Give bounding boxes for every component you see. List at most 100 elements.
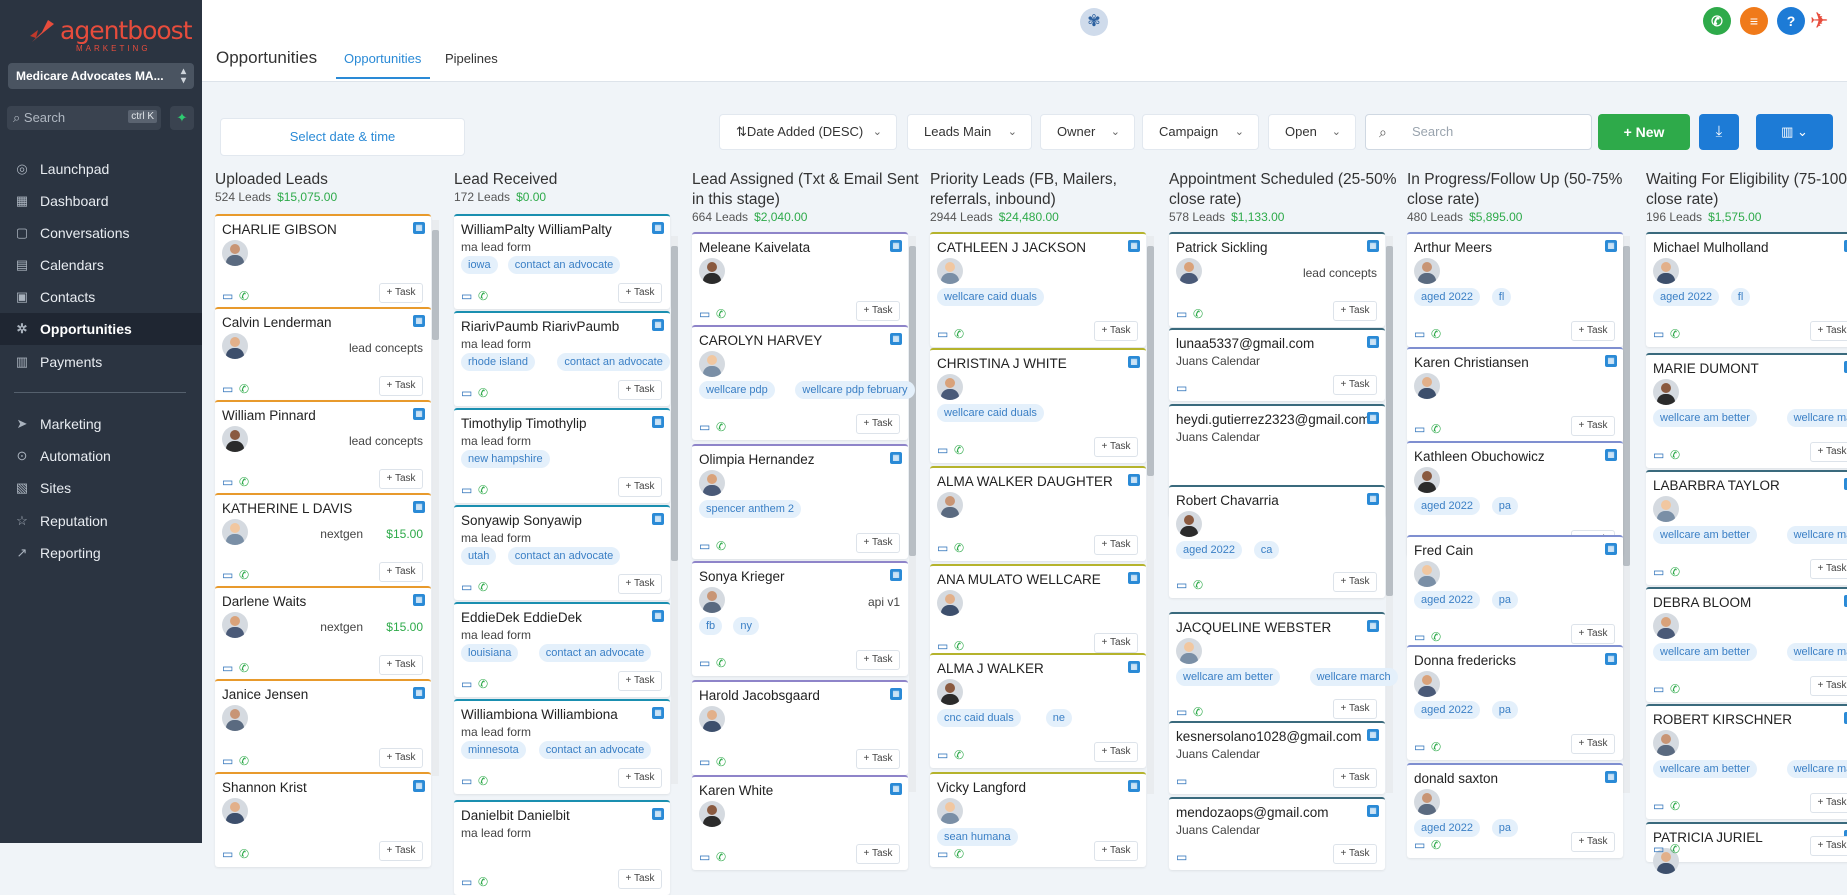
phone-icon[interactable]: ✆ [954,847,964,861]
phone-icon[interactable]: ✆ [239,382,249,396]
nav-calendars[interactable]: ▤ Calendars [0,249,202,281]
message-icon[interactable]: ▭ [699,850,710,864]
phone-icon[interactable]: ✆ [1670,682,1680,696]
tag-badge[interactable]: wellcare pdp february [795,381,915,399]
message-icon[interactable]: ▭ [699,539,710,553]
nav-reporting[interactable]: ↗ Reporting [0,537,202,569]
phone-icon[interactable]: ✆ [1431,422,1441,436]
phone-icon[interactable]: ✆ [954,327,964,341]
tag-badge[interactable]: contact an advocate [538,644,652,662]
message-icon[interactable]: ▭ [1653,842,1664,856]
add-task-button[interactable]: + Task [1571,321,1615,341]
nav-dashboard[interactable]: ▦ Dashboard [0,185,202,217]
calendar-icon[interactable]: ▦ [413,687,425,699]
opportunity-card[interactable]: Michael Mulholland▦aged 2022fl▭✆+ Task [1646,232,1847,347]
calendar-icon[interactable]: ▦ [1605,653,1617,665]
message-icon[interactable]: ▭ [1176,578,1187,592]
tag-badge[interactable]: minnesota [461,741,526,759]
add-task-button[interactable]: + Task [856,844,900,864]
notifications-button[interactable]: ≡ [1740,7,1768,35]
calendar-icon[interactable]: ▦ [1367,729,1379,741]
calendar-icon[interactable]: ▦ [413,594,425,606]
add-task-button[interactable]: + Task [1810,442,1847,462]
tag-badge[interactable]: aged 2022 [1414,288,1480,306]
message-icon[interactable]: ▭ [1414,740,1425,754]
opportunity-card[interactable]: CHARLIE GIBSON ▦ ▭ ✆ + Task [215,214,431,309]
message-icon[interactable]: ▭ [937,847,948,861]
add-task-button[interactable]: + Task [1810,321,1847,341]
tag-badge[interactable]: ca [1253,541,1280,559]
message-icon[interactable]: ▭ [1653,682,1664,696]
account-switcher[interactable]: Medicare Advocates MA... ▴ ▾ [8,63,194,89]
calendar-icon[interactable]: ▦ [413,501,425,513]
calendar-icon[interactable]: ▦ [1367,240,1379,252]
add-task-button[interactable]: + Task [1094,742,1138,762]
tag-badge[interactable]: pa [1491,701,1519,719]
opportunity-card[interactable]: Donna fredericks ▦ aged 2022 pa ▭ ✆ + Task [1407,645,1623,760]
tag-badge[interactable]: new hampshire [461,450,550,468]
calendar-icon[interactable]: ▦ [413,222,425,234]
add-task-button[interactable]: + Task [618,283,662,303]
opportunity-card[interactable]: ALMA J WALKER ▦ cnc caid duals ne ▭ ✆ + Task [930,653,1146,768]
phone-icon[interactable]: ✆ [239,475,249,489]
message-icon[interactable]: ▭ [222,847,233,861]
phone-icon[interactable]: ✆ [1193,578,1203,592]
view-toggle-button[interactable]: ▥ ⌄ [1756,114,1833,150]
add-task-button[interactable]: + Task [1333,301,1377,321]
opportunity-card[interactable]: Patrick Sickling ▦ lead concepts ▭ ✆ + Task [1169,232,1385,327]
message-icon[interactable]: ▭ [222,382,233,396]
phone-icon[interactable]: ✆ [716,656,726,670]
message-icon[interactable]: ▭ [222,289,233,303]
tag-badge[interactable]: contact an advocate [538,741,652,759]
opportunity-card[interactable]: Arthur Meers ▦ aged 2022 fl ▭ ✆ + Task [1407,232,1623,347]
add-task-button[interactable]: + Task [1571,734,1615,754]
add-task-button[interactable]: + Task [856,301,900,321]
tag-badge[interactable]: fb [699,617,723,635]
calendar-icon[interactable]: ▦ [652,416,664,428]
nav-launchpad[interactable]: ◎ Launchpad [0,153,202,185]
tab-pipelines[interactable]: Pipelines [445,51,498,66]
tag-badge[interactable]: utah [461,547,497,565]
message-icon[interactable]: ▭ [222,475,233,489]
date-range-picker[interactable]: Select date & time [220,118,465,156]
tag-badge[interactable]: wellcare march [1309,668,1398,686]
add-task-button[interactable]: + Task [1094,437,1138,457]
opportunity-card[interactable]: Shannon Krist ▦ ▭ ✆ + Task [215,772,431,867]
tag-badge[interactable]: pa [1491,591,1519,609]
phone-icon[interactable]: ✆ [478,386,488,400]
add-task-button[interactable]: + Task [618,477,662,497]
phone-icon[interactable]: ✆ [716,755,726,769]
message-icon[interactable]: ▭ [1653,799,1664,813]
sort-dropdown[interactable]: ⇅Date Added (DESC) ⌄ [719,114,897,150]
calendar-icon[interactable]: ▦ [1605,355,1617,367]
add-task-button[interactable]: + Task [856,414,900,434]
opportunity-card[interactable]: lunaa5337@gmail.com ▦ Juans Calendar ▭ + Tas… [1169,328,1385,401]
add-task-button[interactable]: + Task [1333,375,1377,395]
column-scrollbar[interactable] [1147,236,1154,794]
opportunity-card[interactable]: WilliamPalty WilliamPalty ▦ ma lead form io… [454,214,670,309]
opportunity-card[interactable]: ROBERT KIRSCHNER▦wellcare am betterwellc… [1646,704,1847,819]
quick-action-button[interactable]: ✦ [170,106,194,130]
opportunity-card[interactable]: Timothylip Timothylip ▦ ma lead form new ha… [454,408,670,503]
calendar-icon[interactable]: ▦ [1367,805,1379,817]
phone-icon[interactable]: ✆ [716,420,726,434]
phone-icon[interactable]: ✆ [1670,327,1680,341]
nav-payments[interactable]: ▥ Payments [0,346,202,378]
calendar-icon[interactable]: ▦ [890,783,902,795]
scrollbar-thumb[interactable] [671,246,678,561]
calendar-icon[interactable]: ▦ [1128,474,1140,486]
tag-badge[interactable]: iowa [461,256,498,274]
opportunity-card[interactable]: JACQUELINE WEBSTER ▦ wellcare am better wel… [1169,612,1398,725]
column-scrollbar[interactable] [671,236,678,784]
message-icon[interactable]: ▭ [461,774,472,788]
calendar-icon[interactable]: ▦ [1367,336,1379,348]
phone-icon[interactable]: ✆ [716,307,726,321]
tag-badge[interactable]: wellcare am better [1653,643,1757,661]
message-icon[interactable]: ▭ [461,875,472,889]
opportunity-card[interactable]: RiarivPaumb RiarivPaumb ▦ ma lead form rhod… [454,311,670,406]
phone-icon[interactable]: ✆ [954,443,964,457]
message-icon[interactable]: ▭ [1414,422,1425,436]
tag-badge[interactable]: rhode island [461,353,535,371]
phone-icon[interactable]: ✆ [954,639,964,653]
tag-badge[interactable]: wellcare am better [1653,409,1757,427]
